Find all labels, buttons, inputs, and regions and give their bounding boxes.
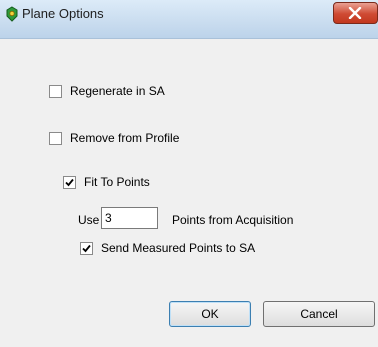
- plane-app-icon: [5, 6, 19, 22]
- fit-to-points-option[interactable]: Fit To Points: [63, 175, 150, 189]
- checkmark-icon: [65, 178, 74, 186]
- remove-from-profile-label: Remove from Profile: [70, 131, 180, 145]
- plane-options-dialog: Plane Options Regenerate in SA Remove fr…: [0, 0, 378, 347]
- use-label: Use: [78, 213, 100, 227]
- remove-from-profile-checkbox[interactable]: [49, 131, 62, 145]
- remove-from-profile-option[interactable]: Remove from Profile: [49, 131, 179, 145]
- send-measured-points-option[interactable]: Send Measured Points to SA: [80, 241, 255, 255]
- fit-to-points-label: Fit To Points: [84, 175, 150, 189]
- send-measured-points-checkbox[interactable]: [80, 241, 93, 255]
- close-x-icon: [348, 7, 362, 19]
- regenerate-in-sa-checkbox[interactable]: [49, 84, 62, 98]
- fit-to-points-checkbox[interactable]: [63, 175, 76, 189]
- points-count-input[interactable]: [101, 207, 158, 229]
- checkmark-icon: [82, 244, 91, 252]
- title-bar[interactable]: Plane Options: [0, 0, 378, 39]
- regenerate-in-sa-label: Regenerate in SA: [70, 84, 165, 98]
- points-from-acquisition-label: Points from Acquisition: [172, 213, 294, 227]
- send-measured-points-label: Send Measured Points to SA: [101, 241, 256, 255]
- window-title: Plane Options: [22, 6, 104, 21]
- cancel-button[interactable]: Cancel: [263, 301, 375, 327]
- close-button[interactable]: [333, 2, 378, 24]
- ok-button[interactable]: OK: [169, 301, 251, 327]
- regenerate-in-sa-option[interactable]: Regenerate in SA: [49, 84, 165, 98]
